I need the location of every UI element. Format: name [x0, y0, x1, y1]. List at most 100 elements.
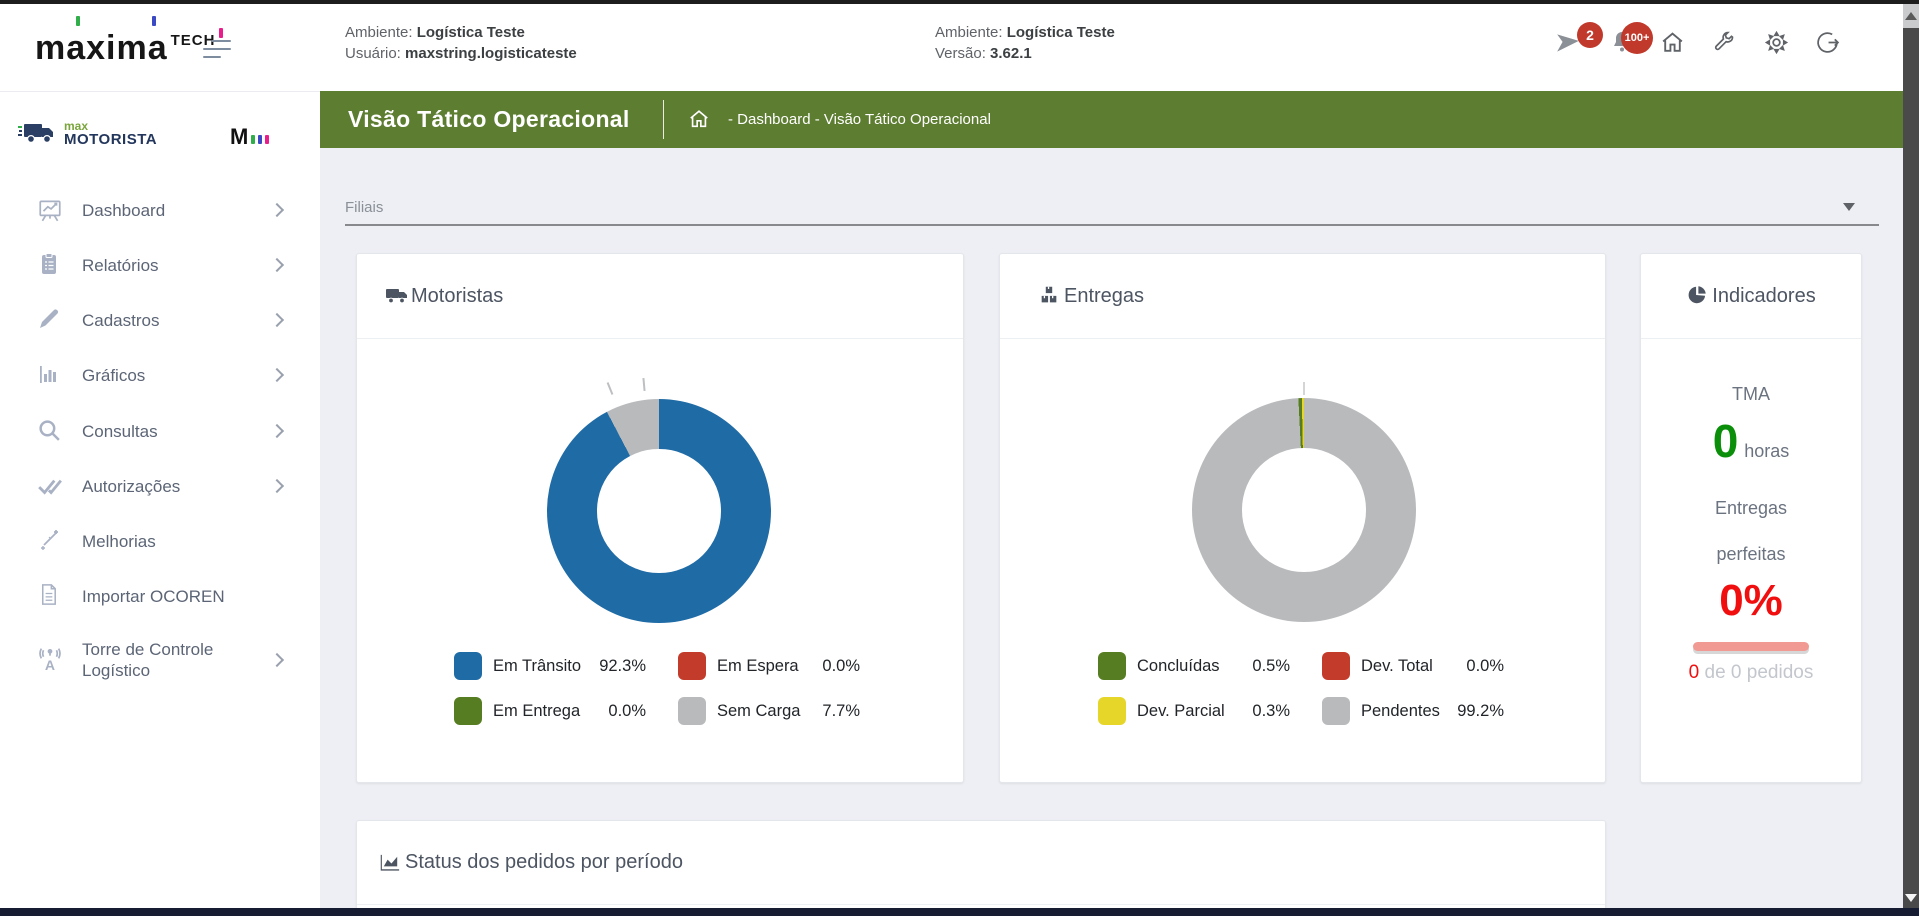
- legend-swatch: [678, 652, 706, 680]
- logout-icon: [1815, 30, 1840, 55]
- svg-text:A: A: [45, 657, 55, 673]
- metric-label-line2: perfeitas: [1641, 544, 1861, 565]
- card-motoristas-header: Motoristas: [357, 254, 963, 339]
- breadcrumb-home-icon[interactable]: [688, 108, 710, 130]
- sidebar-item-dashboard[interactable]: Dashboard: [0, 188, 320, 232]
- metric-label-line1: Entregas: [1641, 498, 1861, 519]
- home-icon: [1660, 30, 1685, 55]
- legend-swatch: [454, 697, 482, 725]
- clipboard-icon: [37, 252, 63, 278]
- legend-item: Pendentes 99.2%: [1322, 697, 1504, 725]
- search-icon: [37, 418, 63, 444]
- send-count-badge: 2: [1577, 22, 1603, 48]
- pie-chart-icon: [1686, 284, 1710, 308]
- chart-tick: [642, 378, 645, 391]
- alert-count-badge: 100+: [1621, 22, 1653, 54]
- magic-wand-icon: [37, 528, 63, 554]
- motoristas-donut-chart: [547, 399, 771, 623]
- sidebar-item-melhorias[interactable]: Melhorias: [0, 519, 320, 563]
- sidebar-item-importar-ocoren[interactable]: Importar OCOREN: [0, 574, 320, 618]
- sidebar-item-torre-controle[interactable]: A Torre de Controle Logístico: [0, 629, 320, 691]
- legend-item: Em Entrega 0.0%: [454, 697, 646, 725]
- max-motorista-logo: max MOTORISTA: [18, 120, 157, 146]
- environment-info-left: Ambiente: Logística Teste Usuário: maxst…: [345, 22, 577, 64]
- donut-hole: [597, 449, 720, 572]
- tools-button[interactable]: [1712, 30, 1738, 56]
- legend-item: Dev. Total 0.0%: [1322, 652, 1504, 680]
- chart-tick: [1303, 382, 1305, 395]
- entregas-donut-chart: [1192, 398, 1416, 622]
- card-entregas: Entregas Concluídas 0.5% Dev. Total 0.0%: [999, 253, 1606, 783]
- filiais-label: Filiais: [345, 199, 383, 216]
- mini-logo-bars: [248, 124, 269, 150]
- mini-m-logo: M: [230, 124, 269, 150]
- maxima-tech-logo: maxima TECH: [35, 22, 215, 74]
- tma-value: 0: [1713, 415, 1739, 467]
- sidebar-item-consultas[interactable]: Consultas: [0, 409, 320, 453]
- scrollbar-thumb[interactable]: [1903, 28, 1919, 908]
- legend-item: Em Espera 0.0%: [678, 652, 860, 680]
- settings-button[interactable]: [1764, 30, 1790, 56]
- legend-swatch: [678, 697, 706, 725]
- card-title-indicadores: Indicadores: [1712, 285, 1815, 308]
- main-content: Visão Tático Operacional - Dashboard - V…: [320, 91, 1903, 909]
- truck-icon: [18, 120, 58, 146]
- logo-accent-pink: [219, 28, 223, 38]
- antenna-icon: A: [37, 647, 63, 673]
- filiais-select[interactable]: Filiais: [345, 195, 1879, 235]
- truck-icon: [385, 284, 409, 308]
- legend-item: Em Trânsito 92.3%: [454, 652, 646, 680]
- bar-chart-icon: [37, 362, 63, 388]
- chevron-right-icon: [270, 258, 284, 272]
- chevron-right-icon: [270, 313, 284, 327]
- menu-toggle-icon[interactable]: [203, 40, 233, 62]
- legend-swatch: [1322, 652, 1350, 680]
- card-indicadores: Indicadores TMA 0horas Entregas perfeita…: [1640, 253, 1862, 783]
- document-icon: [37, 583, 63, 609]
- sidebar-item-graficos[interactable]: Gráficos: [0, 353, 320, 397]
- double-check-icon: [37, 473, 63, 499]
- sidebar-item-cadastros[interactable]: Cadastros: [0, 298, 320, 342]
- perfect-deliveries-percent: 0%: [1641, 576, 1861, 626]
- tma-value-row: 0horas: [1641, 414, 1861, 468]
- chevron-right-icon: [270, 479, 284, 493]
- motoristas-legend: Em Trânsito 92.3% Em Espera 0.0% Em Entr…: [454, 652, 860, 725]
- card-entregas-header: Entregas: [1000, 254, 1605, 339]
- brand-motorista-label: MOTORISTA: [64, 133, 157, 146]
- progress-bar: [1693, 642, 1809, 651]
- sidebar: max MOTORISTA M Dashboard Relatórios Cad…: [0, 91, 320, 910]
- window-bottom-bar: [0, 908, 1919, 916]
- chevron-right-icon: [270, 653, 284, 667]
- boxes-icon: [1038, 284, 1062, 308]
- pencil-icon: [37, 307, 63, 333]
- logout-button[interactable]: [1815, 30, 1841, 56]
- chevron-right-icon: [270, 424, 284, 438]
- legend-swatch: [454, 652, 482, 680]
- logo-accent-blue: [152, 16, 156, 26]
- card-status-pedidos: Status dos pedidos por período: [356, 820, 1606, 916]
- select-underline: [345, 224, 1879, 226]
- card-indicadores-header: Indicadores: [1641, 254, 1861, 339]
- breadcrumb: - Dashboard - Visão Tático Operacional: [728, 111, 991, 128]
- legend-item: Concluídas 0.5%: [1098, 652, 1290, 680]
- page-header: Visão Tático Operacional - Dashboard - V…: [320, 91, 1903, 148]
- donut-hole: [1242, 448, 1365, 571]
- app-root: maxima TECH Ambiente: Logística Teste Us…: [0, 0, 1919, 916]
- home-button[interactable]: [1660, 30, 1686, 56]
- card-status-header: Status dos pedidos por período: [357, 821, 1605, 905]
- logo-accent-green: [76, 16, 80, 26]
- sidebar-item-autorizacoes[interactable]: Autorizações: [0, 464, 320, 508]
- environment-info-center: Ambiente: Logística Teste Versão: 3.62.1: [935, 22, 1115, 64]
- legend-item: Sem Carga 7.7%: [678, 697, 860, 725]
- sidebar-item-relatorios[interactable]: Relatórios: [0, 243, 320, 287]
- tma-unit: horas: [1744, 441, 1789, 461]
- scroll-down-arrow-icon[interactable]: [1905, 894, 1917, 902]
- header-divider: [663, 100, 664, 139]
- vertical-scrollbar[interactable]: [1903, 4, 1919, 908]
- chart-tick: [607, 382, 614, 395]
- logo-word: maxima: [35, 29, 168, 68]
- gear-icon: [1764, 30, 1789, 55]
- orders-count: 0 de 0 pedidos: [1641, 662, 1861, 684]
- scroll-up-arrow-icon[interactable]: [1905, 12, 1917, 20]
- wrench-icon: [1712, 30, 1736, 54]
